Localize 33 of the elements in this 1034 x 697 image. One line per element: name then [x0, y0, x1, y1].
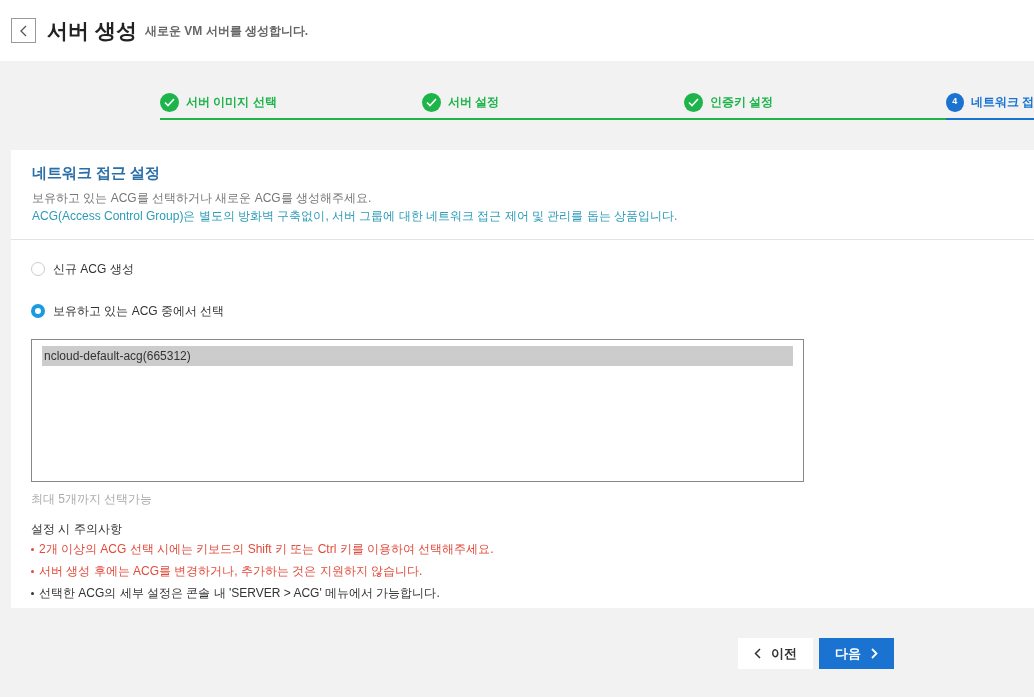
- step-item: 서버 설정: [422, 90, 684, 120]
- bullet-icon: [31, 547, 34, 551]
- bullet-icon: [31, 569, 34, 573]
- step-item: 서버 이미지 선택: [160, 90, 422, 120]
- section-info: ACG(Access Control Group)은 별도의 방화벽 구축없이, 서버 그룹에 대한 네트워크 접근 제어 및 관리를 돕는 상품입니다.: [32, 208, 679, 225]
- note-text: 선택한 ACG의 세부 설정은 콘솔 내 'SERVER > ACG' 메뉴에서 가능합니다.: [39, 585, 440, 602]
- notes-title: 설정 시 주의사항: [31, 521, 123, 538]
- hint-text: 최대 5개까지 선택가능: [31, 491, 154, 508]
- back-icon: [19, 24, 28, 37]
- radio-button[interactable]: [31, 262, 45, 276]
- chevron-right-icon: [871, 648, 878, 659]
- check-icon: [160, 92, 179, 112]
- back-button[interactable]: [11, 18, 36, 43]
- page-title: 서버 생성: [47, 18, 137, 43]
- previous-button[interactable]: 이전: [738, 638, 813, 669]
- page-subtitle: 새로운 VM 서버를 생성합니다.: [144, 22, 309, 40]
- note-text: 서버 생성 후에는 ACG를 변경하거나, 추가하는 것은 지원하지 않습니다.: [39, 563, 423, 580]
- bullet-icon: [31, 591, 34, 595]
- radio-button[interactable]: [31, 304, 45, 318]
- check-icon: [684, 92, 703, 112]
- acg-list[interactable]: ncloud-default-acg(665312): [31, 339, 804, 482]
- section-title: 네트워크 접근 설정: [32, 164, 162, 182]
- next-button[interactable]: 다음: [819, 638, 894, 669]
- section-description: 보유하고 있는 ACG를 선택하거나 새로운 ACG를 생성해주세요.: [32, 190, 373, 207]
- step-item: 4 네트워크 접: [946, 90, 1034, 120]
- radio-label: 신규 ACG 생성: [53, 261, 134, 278]
- check-icon: [422, 92, 441, 112]
- chevron-left-icon: [754, 648, 761, 659]
- radio-label: 보유하고 있는 ACG 중에서 선택: [53, 303, 225, 320]
- step-item: 인증키 설정: [684, 90, 946, 120]
- step-number: 4: [946, 92, 964, 112]
- note-text: 2개 이상의 ACG 선택 시에는 키보드의 Shift 키 또는 Ctrl 키를 이용하여 선택해주세요.: [39, 541, 494, 558]
- list-item[interactable]: ncloud-default-acg(665312): [42, 346, 793, 366]
